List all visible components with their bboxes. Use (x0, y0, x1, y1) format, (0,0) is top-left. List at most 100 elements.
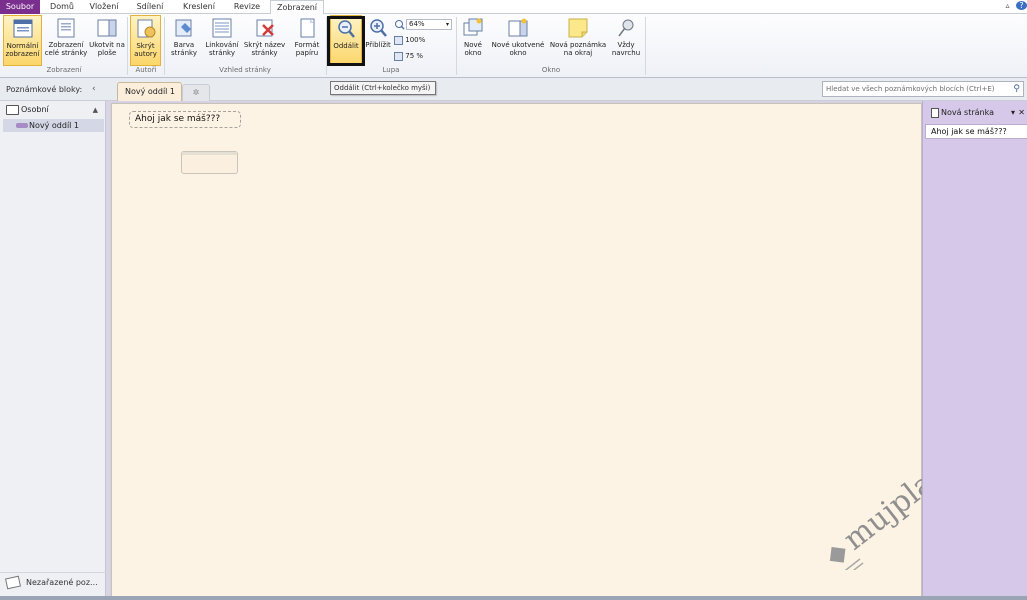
section-icon (16, 123, 28, 128)
new-page-label: Nová stránka (941, 108, 995, 117)
collapse-navigation-icon[interactable]: ‹ (92, 84, 96, 94)
paper-size-label: Formát papíru (294, 41, 320, 57)
notebooks-label: Poznámkové bloky: (6, 85, 83, 94)
zoom-magnifier-icon (394, 19, 406, 30)
new-section-icon: ✲ (192, 88, 200, 97)
dock-to-desktop-button[interactable]: Ukotvit na ploše (89, 15, 125, 66)
chevron-up-icon[interactable]: ▲ (93, 103, 98, 117)
full-page-view-label: Zobrazení celé stránky (44, 41, 88, 57)
paper-size-button[interactable]: Formát papíru (289, 15, 325, 66)
page-color-icon (173, 17, 195, 39)
taskbar-edge (0, 596, 1027, 600)
new-docked-window-label: Nové ukotvené okno (491, 41, 545, 57)
normal-view-button[interactable]: Normální zobrazení (3, 15, 42, 66)
new-side-note-label: Nová poznámka na okraj (549, 41, 607, 57)
new-section-tab[interactable]: ✲ (182, 84, 210, 101)
chevron-down-icon[interactable]: ▾ (1011, 104, 1015, 121)
rule-lines-label: Linkování stránky (205, 41, 239, 57)
full-page-view-icon (55, 17, 77, 39)
page-list-item[interactable]: Ahoj jak se máš??? (925, 124, 1027, 139)
new-docked-window-icon (507, 17, 529, 39)
hide-authors-label: Skrýt autory (134, 42, 157, 58)
tab-review[interactable]: Revize (228, 0, 266, 14)
tab-file[interactable]: Soubor (0, 0, 40, 14)
tab-draw[interactable]: Kreslení (176, 0, 222, 14)
side-note-icon (567, 17, 589, 39)
page-canvas-area: Ahoj jak se máš??? (106, 101, 922, 600)
zoom-in-label: Přiblížit (365, 41, 391, 49)
normal-view-label: Normální zobrazení (5, 42, 40, 58)
minimize-ribbon-icon[interactable]: ▵ (1003, 1, 1012, 10)
new-window-icon (462, 17, 484, 39)
page-title[interactable]: Ahoj jak se máš??? (129, 111, 241, 128)
hide-authors-icon (135, 18, 157, 40)
zoom-100-button[interactable]: 100% (394, 35, 434, 46)
group-label-page-setup: Vzhled stránky (219, 66, 271, 74)
zoom-75-button[interactable]: 75 % (394, 51, 434, 62)
tab-share[interactable]: Sdílení (130, 0, 170, 14)
zoom-level-select[interactable]: 64% ▾ (406, 19, 452, 30)
new-window-button[interactable]: Nové okno (458, 15, 488, 66)
group-label-views: Zobrazení (46, 66, 82, 74)
navigation-bar: Poznámkové bloky: ‹ Nový oddíl 1 ✲ Hleda… (0, 78, 1027, 101)
search-icon[interactable]: ⚲ (1013, 82, 1020, 96)
new-page-icon (931, 108, 939, 118)
dock-icon (96, 17, 118, 39)
zoom-100-label: 100% (405, 36, 426, 44)
group-label-authors: Autoři (135, 66, 157, 74)
pushpin-icon (615, 17, 637, 39)
always-on-top-button[interactable]: Vždy navrchu (609, 15, 643, 66)
page-list-pane: Nová stránka ▾ ✕ Ahoj jak se máš??? (922, 101, 1027, 600)
new-side-note-button[interactable]: Nová poznámka na okraj (548, 15, 608, 66)
page-color-label: Barva stránky (171, 41, 197, 57)
new-window-label: Nové okno (464, 41, 482, 57)
page-100-icon (394, 35, 403, 45)
rule-lines-button[interactable]: Linkování stránky (203, 15, 241, 66)
chevron-down-icon: ▾ (445, 21, 449, 28)
unfiled-notes-icon (5, 575, 21, 590)
zoom-75-label: 75 % (405, 52, 424, 60)
notebook-icon (6, 105, 19, 115)
new-docked-window-button[interactable]: Nové ukotvené okno (489, 15, 547, 66)
ribbon-tab-bar: Soubor Domů Vložení Sdílení Kreslení Rev… (0, 0, 1027, 15)
help-icon[interactable]: ? (1016, 1, 1027, 10)
section-item-novy-oddil[interactable]: Nový oddíl 1 (3, 119, 104, 132)
ribbon: Normální zobrazení Zobrazení celé stránk… (0, 14, 1027, 78)
hide-page-title-label: Skrýt název stránky (243, 41, 286, 57)
note-container[interactable] (181, 151, 238, 174)
rule-lines-icon (211, 17, 233, 39)
tab-view[interactable]: Zobrazení (270, 0, 324, 15)
hide-page-title-button[interactable]: Skrýt název stránky (242, 15, 287, 66)
note-container-handle[interactable] (182, 152, 237, 155)
unfiled-notes-label: Nezařazené poz... (26, 578, 98, 587)
group-label-window: Okno (541, 66, 561, 74)
full-page-view-button[interactable]: Zobrazení celé stránky (44, 15, 88, 66)
group-label-zoom: Lupa (382, 66, 400, 74)
section-label: Nový oddíl 1 (29, 121, 80, 130)
hide-page-title-icon (254, 17, 276, 39)
close-icon[interactable]: ✕ (1018, 104, 1025, 121)
search-placeholder: Hledat ve všech poznámkových blocích (Ct… (826, 85, 995, 93)
paper-size-icon (296, 17, 318, 39)
hide-authors-button[interactable]: Skrýt autory (130, 15, 161, 66)
notebook-item-osobni[interactable]: Osobní ▲ (3, 103, 103, 117)
separator (645, 17, 646, 75)
zoom-out-tooltip: Oddálit (Ctrl+kolečko myši) (330, 81, 436, 95)
dock-label: Ukotvit na ploše (89, 41, 125, 57)
zoom-out-highlight-frame (327, 16, 365, 66)
unfiled-notes-item[interactable]: Nezařazené poz... (0, 572, 106, 592)
note-page[interactable]: Ahoj jak se máš??? (111, 103, 922, 597)
notebook-pane: Osobní ▲ Nový oddíl 1 Nezařazené poz... (0, 101, 106, 600)
zoom-in-icon (367, 17, 389, 39)
new-page-button[interactable]: Nová stránka ▾ ✕ (927, 104, 1025, 121)
page-color-button[interactable]: Barva stránky (166, 15, 202, 66)
tab-home[interactable]: Domů (44, 0, 80, 14)
zoom-level-value: 64% (409, 20, 425, 28)
search-input[interactable]: Hledat ve všech poznámkových blocích (Ct… (822, 81, 1024, 97)
tab-insert[interactable]: Vložení (84, 0, 124, 14)
always-on-top-label: Vždy navrchu (611, 41, 641, 57)
zoom-in-button[interactable]: Přiblížit (365, 15, 391, 66)
section-tab-novy-oddil[interactable]: Nový oddíl 1 (117, 82, 182, 101)
notebook-label: Osobní (21, 105, 49, 114)
page-75-icon (394, 51, 403, 61)
